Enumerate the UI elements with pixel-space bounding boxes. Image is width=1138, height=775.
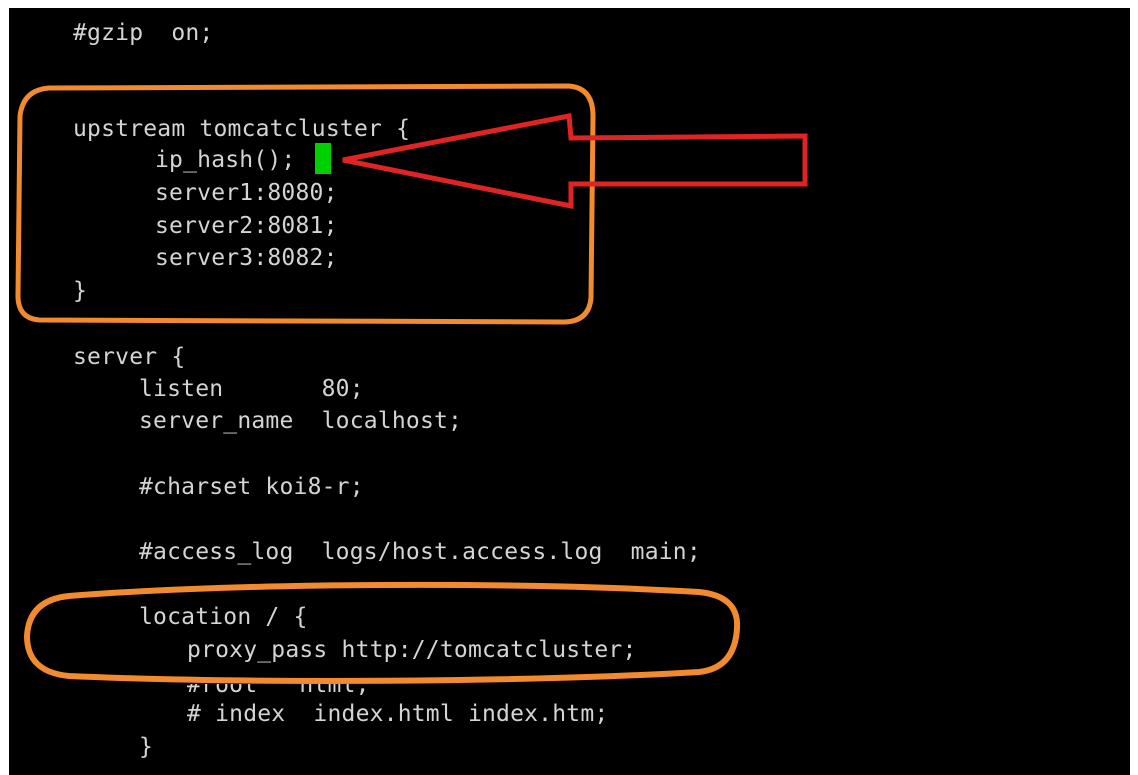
annotation-overlay <box>15 83 808 684</box>
upstream-highlight-box <box>15 83 596 325</box>
location-highlight-box <box>23 581 741 684</box>
terminal-window[interactable]: #gzip on; upstream tomcatcluster { ip_ha… <box>9 8 1130 775</box>
left-arrow-icon <box>342 113 808 210</box>
